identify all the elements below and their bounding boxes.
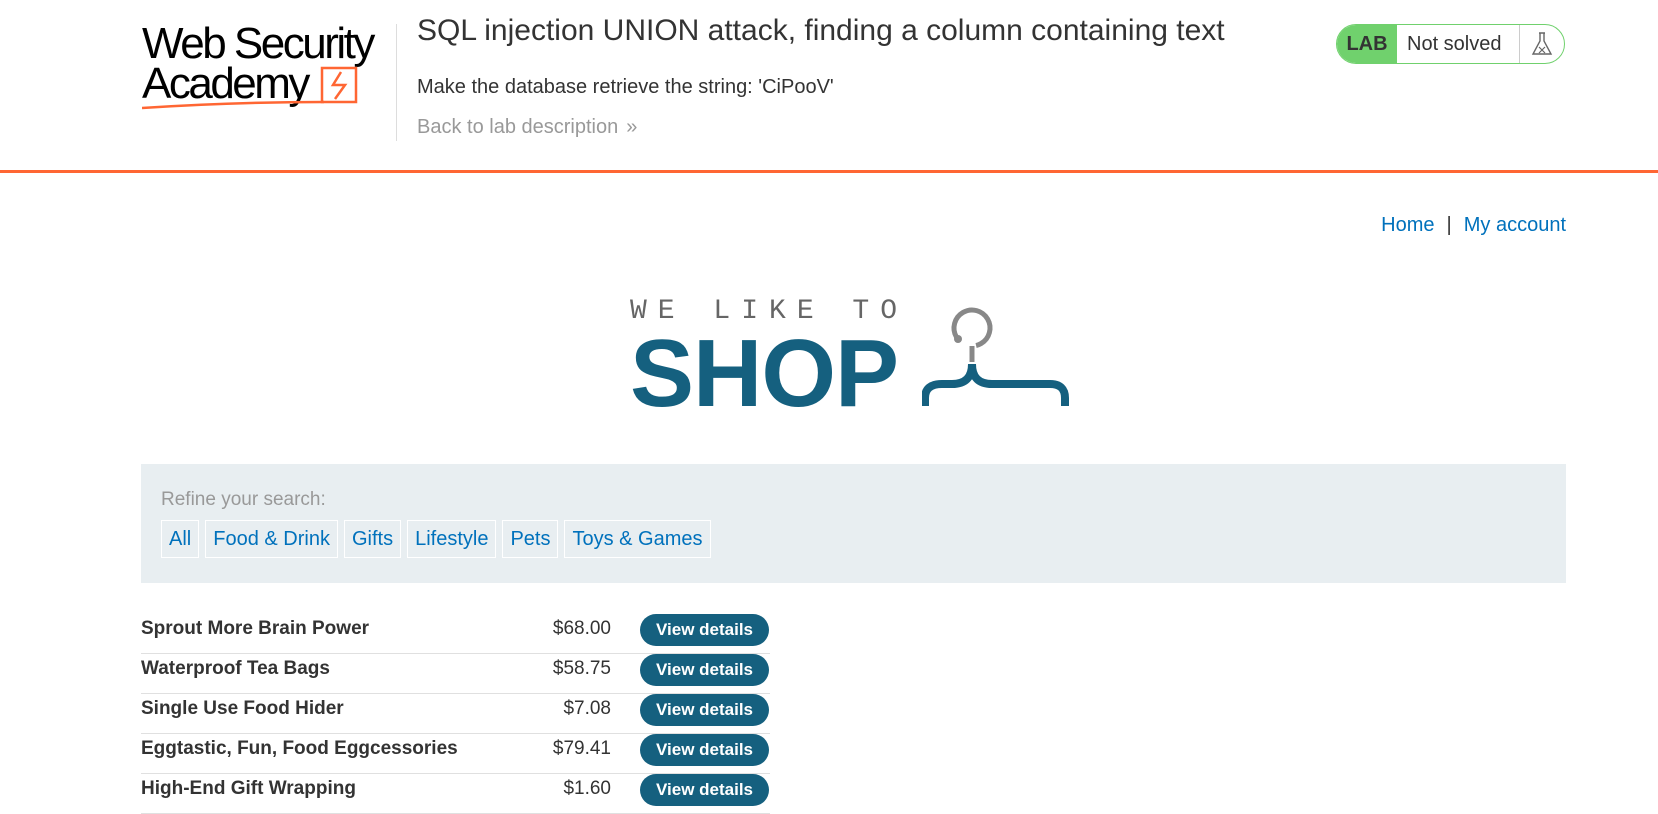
clothes-hanger-icon (922, 307, 1069, 406)
view-details-button[interactable]: View details (640, 614, 769, 646)
filter-food-drink[interactable]: Food & Drink (205, 520, 338, 558)
product-row: Eggtastic, Fun, Food Eggcessories $79.41… (141, 734, 770, 774)
shop-logo: WE LIKE TO SHOP (630, 296, 1080, 426)
filter-gifts[interactable]: Gifts (343, 520, 402, 558)
filter-lifestyle[interactable]: Lifestyle (407, 520, 497, 558)
product-name: High-End Gift Wrapping (141, 778, 356, 799)
product-price: $68.00 (552, 618, 611, 639)
product-row: High-End Gift Wrapping $1.60 View detail… (141, 774, 770, 814)
filter-list: All Food & Drink Gifts Lifestyle Pets To… (161, 520, 711, 558)
lab-badge: LAB (1337, 25, 1397, 63)
nav-home-link[interactable]: Home (1381, 214, 1434, 236)
nav-my-account-link[interactable]: My account (1464, 214, 1566, 236)
product-price: $1.60 (563, 778, 611, 799)
view-details-button[interactable]: View details (640, 654, 769, 686)
product-table: Sprout More Brain Power $68.00 View deta… (141, 614, 770, 814)
product-name: Waterproof Tea Bags (141, 658, 330, 679)
product-row: Waterproof Tea Bags $58.75 View details (141, 654, 770, 694)
view-details-button[interactable]: View details (640, 734, 769, 766)
logo-lightning-icon (142, 66, 358, 110)
lab-objective: Make the database retrieve the string: '… (417, 76, 834, 98)
back-to-lab-description-link[interactable]: Back to lab description » (417, 116, 637, 139)
product-price: $58.75 (552, 658, 611, 679)
lab-title: SQL injection UNION attack, finding a co… (417, 14, 1225, 47)
nav-separator: | (1446, 214, 1452, 236)
product-row: Single Use Food Hider $7.08 View details (141, 694, 770, 734)
product-row: Sprout More Brain Power $68.00 View deta… (141, 614, 770, 654)
web-security-academy-logo[interactable]: Web Security Academy (142, 22, 394, 114)
product-price: $7.08 (563, 698, 611, 719)
back-link-label: Back to lab description (417, 116, 619, 138)
product-name: Sprout More Brain Power (141, 618, 370, 639)
filter-toys-games[interactable]: Toys & Games (564, 520, 711, 558)
lab-status-text: Not solved (1397, 25, 1520, 63)
lab-status-widget: LAB Not solved (1336, 24, 1565, 64)
product-price: $79.41 (552, 738, 611, 759)
filter-panel: Refine your search: All Food & Drink Gif… (141, 464, 1566, 583)
product-name: Single Use Food Hider (141, 698, 344, 719)
view-details-button[interactable]: View details (640, 694, 769, 726)
product-name: Eggtastic, Fun, Food Eggcessories (141, 738, 458, 759)
filter-all[interactable]: All (161, 520, 200, 558)
double-chevron-right-icon: » (626, 116, 638, 138)
header-divider (396, 24, 397, 141)
academy-header: Web Security Academy SQL injection UNION… (0, 0, 1658, 173)
flask-icon (1520, 25, 1564, 63)
filter-label: Refine your search: (161, 489, 326, 510)
top-navigation: Home | My account (1381, 214, 1566, 237)
shop-logo-word: SHOP (630, 320, 899, 427)
view-details-button[interactable]: View details (640, 774, 769, 806)
filter-pets[interactable]: Pets (502, 520, 559, 558)
